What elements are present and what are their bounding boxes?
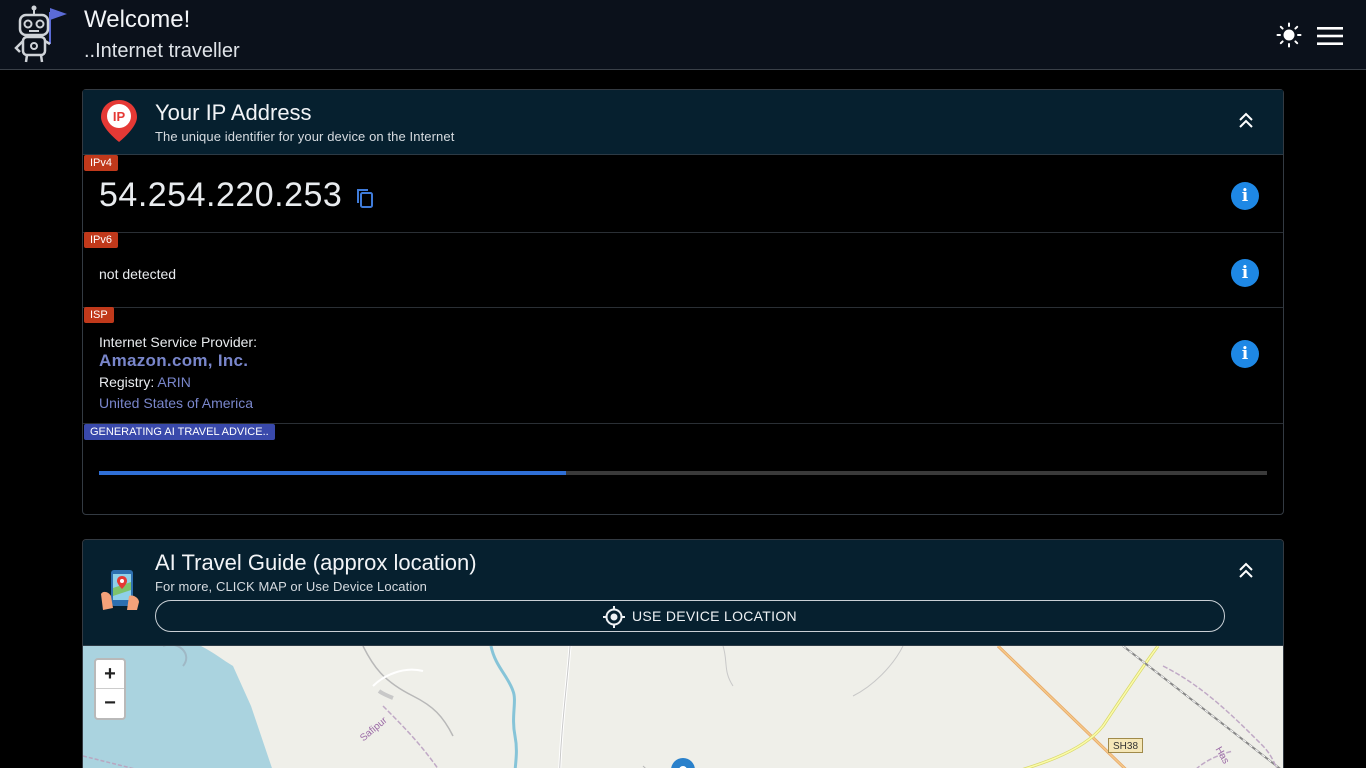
ip-address-card: IP Your IP Address The unique identifier… bbox=[82, 89, 1284, 515]
robot-logo-icon bbox=[14, 5, 67, 63]
divider bbox=[83, 232, 1283, 233]
welcome-subtitle: ..Internet traveller bbox=[84, 40, 240, 62]
use-device-location-label: USE DEVICE LOCATION bbox=[632, 608, 797, 624]
svg-text:IP: IP bbox=[113, 109, 126, 124]
chevron-double-up-icon[interactable] bbox=[1233, 108, 1259, 134]
ip-card-title: Your IP Address bbox=[155, 100, 312, 125]
ipv4-value: 54.254.220.253 bbox=[99, 176, 343, 214]
divider bbox=[83, 307, 1283, 308]
isp-country: United States of America bbox=[99, 395, 254, 411]
registry-value: ARIN bbox=[157, 374, 191, 390]
ai-advice-status-tag: GENERATING AI TRAVEL ADVICE.. bbox=[84, 424, 275, 440]
guide-card-header: AI Travel Guide (approx location) For mo… bbox=[83, 540, 1283, 646]
isp-label: Internet Service Provider: bbox=[99, 334, 257, 350]
ai-advice-progress-bar bbox=[99, 471, 1267, 475]
road-shield: SH38 bbox=[1108, 738, 1144, 753]
isp-info-icon[interactable]: i bbox=[1231, 340, 1259, 368]
ipv4-tag: IPv4 bbox=[84, 155, 119, 171]
guide-card-subtitle: For more, CLICK MAP or Use Device Locati… bbox=[155, 579, 428, 594]
ipv4-info-icon[interactable]: i bbox=[1231, 182, 1259, 210]
guide-card-title: AI Travel Guide (approx location) bbox=[155, 550, 477, 575]
ipv6-info-icon[interactable]: i bbox=[1231, 259, 1259, 287]
ip-card-header: IP Your IP Address The unique identifier… bbox=[83, 90, 1283, 155]
map-zoom-control: + − bbox=[94, 658, 126, 720]
zoom-in-button[interactable]: + bbox=[96, 660, 124, 689]
map-tiles bbox=[83, 646, 1281, 768]
top-bar: Welcome! ..Internet traveller bbox=[0, 0, 1366, 70]
ip-location-pin-icon: IP bbox=[101, 100, 137, 142]
use-device-location-button[interactable]: USE DEVICE LOCATION bbox=[155, 600, 1225, 632]
chevron-double-up-icon[interactable] bbox=[1233, 558, 1259, 584]
ip-card-subtitle: The unique identifier for your device on… bbox=[155, 129, 455, 144]
map[interactable]: + − Safipur SH38 Has bbox=[83, 646, 1283, 768]
copy-icon[interactable] bbox=[353, 186, 377, 210]
ai-travel-guide-card: AI Travel Guide (approx location) For mo… bbox=[82, 539, 1284, 768]
ipv6-tag: IPv6 bbox=[84, 232, 119, 248]
registry-row: Registry: ARIN bbox=[99, 374, 191, 390]
ipv6-value: not detected bbox=[99, 266, 177, 282]
crosshair-location-icon bbox=[603, 606, 625, 628]
hamburger-menu-icon[interactable] bbox=[1315, 23, 1345, 49]
progress-fill bbox=[99, 471, 567, 475]
sun-icon[interactable] bbox=[1276, 22, 1302, 48]
travel-guide-phone-map-icon bbox=[101, 570, 139, 610]
isp-tag: ISP bbox=[84, 307, 114, 323]
zoom-out-button[interactable]: − bbox=[96, 689, 124, 718]
isp-name: Amazon.com, Inc. bbox=[99, 351, 249, 370]
welcome-title: Welcome! bbox=[84, 6, 191, 33]
registry-label: Registry: bbox=[99, 374, 155, 390]
